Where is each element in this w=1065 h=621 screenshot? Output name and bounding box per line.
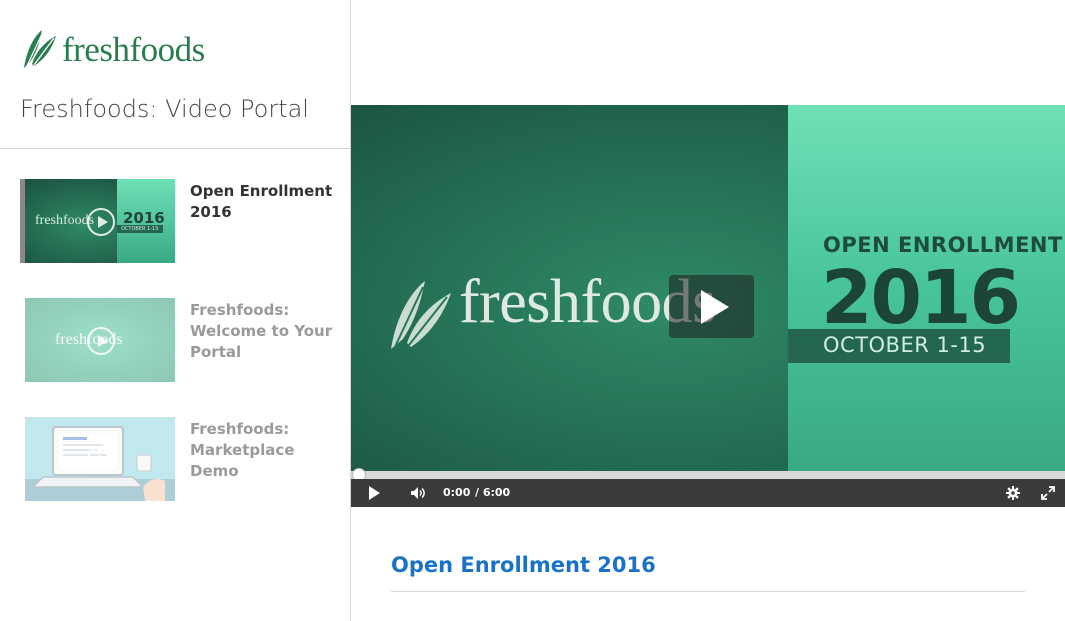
control-bar: 0:00 / 6:00 xyxy=(351,479,1065,507)
video-frame-dates: OCTOBER 1-15 xyxy=(823,333,987,357)
playlist-item-label[interactable]: Freshfoods: Welcome to Your Portal xyxy=(190,300,335,363)
big-play-button[interactable] xyxy=(669,275,754,338)
video-player[interactable]: freshfoods OPEN ENROLLMENT 2016 OCTOBER … xyxy=(351,105,1065,507)
thumbnail-logo-text: freshfoods xyxy=(35,213,95,228)
playlist-item-open-enrollment[interactable]: freshfoods 2016 OCTOBER 1-15 Open Enroll… xyxy=(20,179,340,269)
thumbnail-date: OCTOBER 1-15 xyxy=(121,226,159,232)
playlist-item-label[interactable]: Freshfoods: Marketplace Demo xyxy=(190,419,335,482)
settings-gear-icon[interactable] xyxy=(1001,479,1025,507)
play-circle-icon xyxy=(87,446,115,474)
play-circle-icon xyxy=(87,208,115,236)
video-thumbnail[interactable]: freshfoods xyxy=(25,298,175,382)
duration: / 6:00 xyxy=(475,486,511,499)
brand-wordmark: freshfoods xyxy=(62,29,205,69)
playlist-item-marketplace[interactable]: Freshfoods: Marketplace Demo xyxy=(20,417,340,507)
freshfoods-logo[interactable]: freshfoods xyxy=(20,28,205,70)
play-circle-icon xyxy=(87,327,115,355)
leaf-logo-icon xyxy=(391,281,451,350)
video-thumbnail[interactable]: freshfoods 2016 OCTOBER 1-15 xyxy=(25,179,175,263)
video-frame-headline: OPEN ENROLLMENT xyxy=(823,233,1063,257)
divider xyxy=(0,148,351,149)
progress-bar[interactable] xyxy=(351,468,1065,482)
page-title: Freshfoods: Video Portal xyxy=(20,95,309,123)
leaf-logo-icon xyxy=(24,30,56,69)
fullscreen-icon[interactable] xyxy=(1037,479,1059,507)
volume-icon[interactable] xyxy=(405,479,431,507)
video-thumbnail[interactable] xyxy=(25,417,175,501)
thumbnail-year: 2016 xyxy=(123,209,165,227)
play-icon[interactable] xyxy=(361,479,387,507)
sidebar: freshfoods Freshfoods: Video Portal fres xyxy=(0,0,351,621)
video-title: Open Enrollment 2016 xyxy=(391,553,656,577)
divider xyxy=(391,591,1025,592)
playlist-item-welcome[interactable]: freshfoods Freshfoods: Welcome to Your P… xyxy=(20,298,340,388)
playlist-item-label[interactable]: Open Enrollment 2016 xyxy=(190,181,335,223)
current-time: 0:00 xyxy=(443,486,471,499)
